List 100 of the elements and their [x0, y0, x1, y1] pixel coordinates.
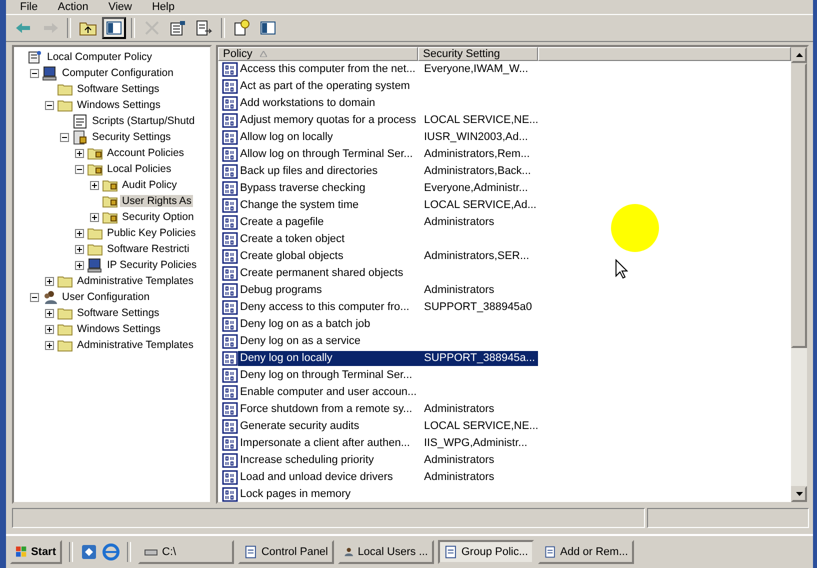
policy-cell[interactable]: Create a token object — [238, 232, 422, 247]
locked-folder-icon — [102, 194, 118, 208]
tree-item[interactable]: Software Settings — [75, 83, 162, 95]
desktop-shortcut-icon[interactable] — [80, 543, 98, 561]
policy-cell[interactable]: Deny log on locally — [238, 351, 422, 366]
column-header[interactable]: Security Setting — [418, 47, 538, 61]
expand-toggle[interactable] — [90, 180, 99, 190]
tree-item[interactable]: Public Key Policies — [105, 227, 198, 239]
taskbar-button[interactable]: Add or Rem... — [538, 540, 634, 564]
setting-cell-text: Administrators,Rem... — [423, 147, 531, 162]
taskbar-button[interactable]: Group Polic... — [438, 540, 534, 564]
binary-policy-icon — [222, 62, 238, 77]
folder-icon — [57, 338, 73, 352]
collapse-toggle[interactable] — [45, 100, 54, 110]
expand-toggle[interactable] — [45, 340, 54, 350]
collapse-toggle[interactable] — [75, 164, 84, 174]
menu-item[interactable]: Action — [50, 1, 96, 13]
scroll-thumb[interactable] — [791, 63, 807, 348]
users-icon — [42, 290, 58, 304]
column-header[interactable]: Policy — [218, 47, 418, 61]
expand-toggle[interactable] — [75, 148, 84, 158]
expand-toggle[interactable] — [45, 276, 54, 286]
taskbar-button[interactable]: Local Users ... — [338, 540, 434, 564]
expand-toggle[interactable] — [45, 324, 54, 334]
policy-cell[interactable]: Increase scheduling priority — [238, 453, 422, 468]
binary-policy-icon — [222, 198, 238, 213]
script-icon — [72, 114, 88, 128]
binary-policy-icon — [222, 470, 238, 485]
tree-item[interactable]: Windows Settings — [75, 99, 162, 111]
binary-policy-icon — [222, 181, 238, 196]
windows-flag-icon — [16, 545, 27, 559]
policy-cell[interactable]: Enable computer and user accoun... — [238, 385, 422, 400]
taskbar-button[interactable]: C:\ — [138, 540, 234, 564]
policy-cell[interactable]: Generate security audits — [238, 419, 422, 434]
tree-item[interactable]: Local Policies — [105, 163, 174, 175]
binary-policy-icon — [222, 232, 238, 247]
tree-item[interactable]: Security Settings — [90, 131, 173, 143]
expand-toggle[interactable] — [45, 308, 54, 318]
expand-toggle[interactable] — [75, 260, 84, 270]
collapse-toggle[interactable] — [60, 132, 69, 142]
policy-cell[interactable]: Create permanent shared objects — [238, 266, 422, 281]
scroll-up-button[interactable] — [791, 47, 807, 63]
policy-cell[interactable]: Add workstations to domain — [238, 96, 422, 111]
policy-cell[interactable]: Allow log on locally — [238, 130, 422, 145]
policy-cell[interactable]: Deny log on as a batch job — [238, 317, 422, 332]
policy-cell[interactable]: Act as part of the operating system — [238, 79, 422, 94]
policy-cell[interactable]: Impersonate a client after authen... — [238, 436, 422, 451]
tree-item[interactable]: Audit Policy — [120, 179, 179, 191]
tree-item[interactable]: IP Security Policies — [105, 259, 199, 271]
setting-cell-text: LOCAL SERVICE,Ad... — [423, 198, 538, 213]
folder-icon — [57, 306, 73, 320]
policy-cell[interactable]: Deny access to this computer fro... — [238, 300, 422, 315]
policy-cell[interactable]: Adjust memory quotas for a process — [238, 113, 422, 128]
policy-cell[interactable]: Deny log on as a service — [238, 334, 422, 349]
binary-policy-icon — [222, 300, 238, 315]
tree-item[interactable]: Security Option — [120, 211, 196, 223]
folder-icon — [87, 226, 103, 240]
menu-item[interactable]: Help — [144, 1, 183, 13]
policy-cell[interactable]: Create global objects — [238, 249, 422, 264]
tree-item[interactable]: Computer Configuration — [60, 67, 176, 79]
expand-toggle[interactable] — [75, 244, 84, 254]
policy-cell[interactable]: Bypass traverse checking — [238, 181, 422, 196]
menu-item[interactable]: File — [12, 1, 46, 13]
start-button[interactable]: Start — [10, 540, 62, 564]
menu-item[interactable]: View — [100, 1, 140, 13]
tree-item[interactable]: Account Policies — [105, 147, 186, 159]
policy-cell[interactable]: Create a pagefile — [238, 215, 422, 230]
setting-cell-text: Administrators — [423, 402, 496, 417]
toolbar-button[interactable] — [102, 17, 126, 39]
policy-cell[interactable]: Lock pages in memory — [238, 487, 422, 502]
tree-item[interactable]: User Rights As — [120, 195, 194, 207]
tree-item[interactable]: Software Settings — [75, 307, 162, 319]
collapse-toggle[interactable] — [30, 292, 39, 302]
policy-cell[interactable]: Load and unload device drivers — [238, 470, 422, 485]
binary-policy-icon — [222, 215, 238, 230]
tree-item[interactable]: User Configuration — [60, 291, 152, 303]
policy-cell[interactable]: Access this computer from the net... — [238, 62, 422, 77]
vertical-scrollbar[interactable] — [791, 47, 807, 502]
tree-item[interactable]: Scripts (Startup/Shutd — [90, 115, 197, 127]
collapse-toggle[interactable] — [30, 68, 39, 78]
policy-cell[interactable]: Force shutdown from a remote sy... — [238, 402, 422, 417]
tree-item[interactable]: Local Computer Policy — [45, 51, 154, 63]
expand-toggle[interactable] — [90, 212, 99, 222]
setting-cell-text: Everyone,Administr... — [423, 181, 529, 196]
setting-cell-text: Administrators,Back... — [423, 164, 532, 179]
tree-item[interactable]: Windows Settings — [75, 323, 162, 335]
tree-item[interactable]: Administrative Templates — [75, 275, 196, 287]
tree-item[interactable]: Administrative Templates — [75, 339, 196, 351]
tree-item[interactable]: Software Restricti — [105, 243, 192, 255]
expand-toggle[interactable] — [75, 228, 84, 238]
policy-cell[interactable]: Debug programs — [238, 283, 422, 298]
scroll-down-button[interactable] — [791, 486, 807, 502]
policy-cell[interactable]: Allow log on through Terminal Ser... — [238, 147, 422, 162]
taskbar-button[interactable]: Control Panel — [238, 540, 334, 564]
policy-cell[interactable]: Deny log on through Terminal Ser... — [238, 368, 422, 383]
policy-cell[interactable]: Change the system time — [238, 198, 422, 213]
policy-cell[interactable]: Back up files and directories — [238, 164, 422, 179]
cursor-highlight-dot — [610, 203, 660, 253]
browser-e-icon[interactable] — [102, 543, 120, 561]
binary-policy-icon — [222, 385, 238, 400]
